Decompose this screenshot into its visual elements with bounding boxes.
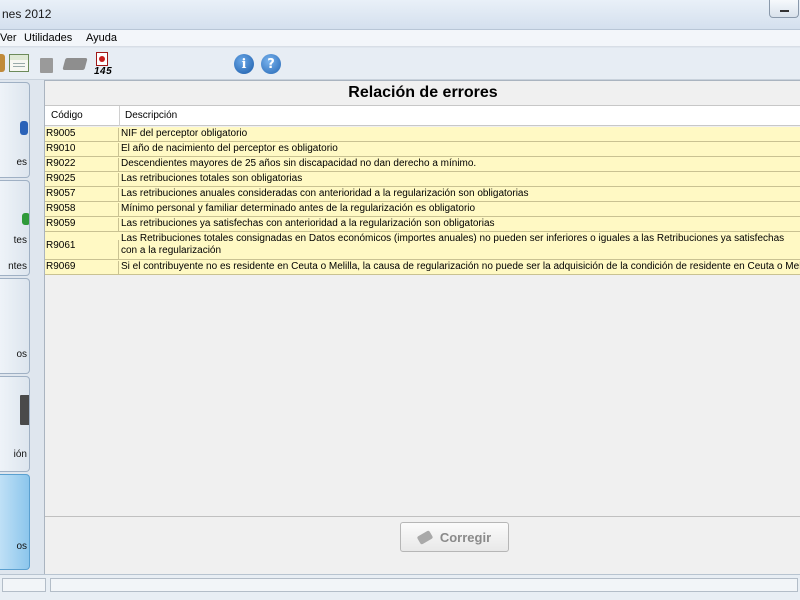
error-description: Las retribuciones anuales consideradas c… (121, 188, 529, 199)
error-description: Mínimo personal y familiar determinado a… (121, 203, 476, 214)
pdf-icon[interactable] (96, 52, 108, 66)
sidebar-item-label: ión (13, 449, 27, 460)
error-code: R9025 (46, 173, 119, 187)
error-description: Las retribuciones ya satisfechas con ant… (121, 218, 495, 229)
table-row[interactable]: R9010 El año de nacimiento del perceptor … (45, 142, 800, 157)
toolbar: 145 i ? (0, 48, 800, 80)
error-code: R9059 (46, 218, 119, 232)
partial-toolbar-icon[interactable] (0, 54, 5, 72)
table-row[interactable]: R9059 Las retribuciones ya satisfechas co… (45, 217, 800, 232)
title-bar: nes 2012 (0, 0, 800, 30)
form-number-label: 145 (94, 66, 113, 77)
table-row[interactable]: R9061 Las Retribuciones totales consignad… (45, 232, 800, 267)
error-description: Las retribuciones totales son obligatori… (121, 173, 303, 184)
form-window-icon[interactable] (9, 54, 29, 72)
error-description: Las Retribuciones totales consignadas en… (121, 233, 785, 256)
divider (45, 516, 800, 517)
status-segment (50, 578, 798, 592)
column-header-code[interactable]: Código (51, 110, 83, 121)
error-description: Descendientes mayores de 25 años sin dis… (121, 158, 477, 169)
sidebar-item-label: os (16, 541, 27, 552)
sidebar-item-2[interactable]: tes ntes (0, 180, 30, 276)
corregir-label: Corregir (439, 529, 492, 545)
document-icon[interactable] (40, 58, 53, 73)
table-row[interactable]: R9057 Las retribuciones anuales considera… (45, 187, 800, 202)
table-row[interactable]: R9069 Si el contribuyente no es residente… (45, 260, 800, 275)
menu-ayuda[interactable]: Ayuda (86, 32, 117, 44)
sidebar-item-4[interactable]: ión (0, 376, 30, 472)
sidebar-item-label: es (16, 157, 27, 168)
table-body: R9005 NIF del perceptor obligatorio R9010… (45, 127, 800, 275)
window-title: nes 2012 (2, 7, 52, 21)
help-icon[interactable]: ? (261, 54, 281, 74)
column-divider (119, 106, 120, 126)
table-row[interactable]: R9022 Descendientes mayores de 25 años si… (45, 157, 800, 172)
page-title: Relación de errores (348, 84, 498, 101)
table-header: Código Descripción (45, 106, 800, 126)
envelope-icon[interactable] (62, 58, 88, 70)
error-code: R9022 (46, 158, 119, 172)
corregir-button[interactable]: Corregir (400, 522, 509, 552)
sidebar: es tes ntes os ión os (0, 80, 32, 574)
minimize-button[interactable] (769, 0, 799, 18)
column-header-description[interactable]: Descripción (125, 110, 177, 121)
error-code: R9057 (46, 188, 119, 202)
error-description: El año de nacimiento del perceptor es ob… (121, 143, 338, 154)
error-description: Si el contribuyente no es residente en C… (121, 261, 800, 272)
errors-table: Código Descripción R9005 NIF del percepto… (45, 105, 800, 595)
error-code: R9010 (46, 143, 119, 157)
info-icon[interactable]: i (234, 54, 254, 74)
menu-utilidades[interactable]: Utilidades (24, 32, 72, 44)
status-segment (2, 578, 46, 592)
sidebar-item-5[interactable]: os (0, 474, 30, 570)
table-row[interactable]: R9058 Mínimo personal y familiar determin… (45, 202, 800, 217)
error-code: R9058 (46, 203, 119, 217)
sidebar-item-label: tes (13, 235, 27, 246)
table-row[interactable]: R9025 Las retribuciones totales son oblig… (45, 172, 800, 187)
table-row[interactable]: R9005 NIF del perceptor obligatorio (45, 127, 800, 142)
sidebar-item-label: os (16, 349, 27, 360)
error-code: R9005 (46, 128, 119, 142)
error-code: R9069 (46, 261, 119, 275)
calculator-icon (20, 395, 29, 425)
sidebar-item-1[interactable]: es (0, 82, 30, 178)
blue-figure-icon (20, 121, 28, 135)
menu-ver[interactable]: Ver (0, 32, 17, 44)
sidebar-item-3[interactable]: os (0, 278, 30, 374)
sidebar-item-label: ntes (8, 261, 27, 272)
green-figure-icon (22, 213, 29, 225)
menu-bar: Ver Utilidades Ayuda (0, 30, 800, 47)
eraser-icon (416, 529, 434, 545)
errors-panel: Relación de errores Código Descripción R… (44, 80, 800, 595)
error-description: NIF del perceptor obligatorio (121, 128, 248, 139)
status-bar (0, 574, 800, 600)
